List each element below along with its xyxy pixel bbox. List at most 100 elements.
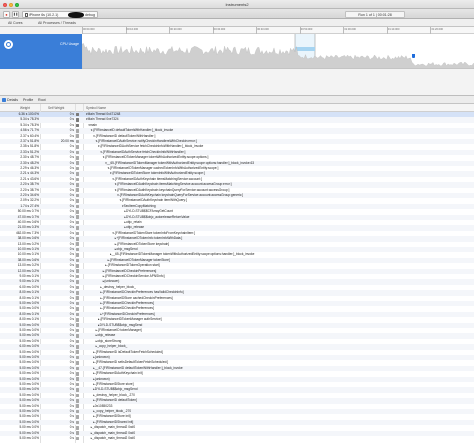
symbol-user-icon xyxy=(76,220,79,225)
cell-self-weight: 0 s xyxy=(69,436,74,440)
window-titlebar: Instruments2 xyxy=(0,0,474,9)
symbol-user-icon xyxy=(76,166,79,171)
symbol-user-icon xyxy=(76,258,79,263)
detail-navigation: Details Profile Root xyxy=(0,96,474,104)
symbol-user-icon xyxy=(76,409,79,414)
target-device: iPhone 6s (10.2.1) xyxy=(29,12,59,17)
toolbar: ● ❚❚ iPhone 6s (10.2.1) debug Run 1 of 1… xyxy=(0,9,474,19)
nav-details[interactable]: Details xyxy=(7,98,18,102)
pause-button[interactable]: ❚❚ xyxy=(12,10,19,18)
symbol-user-icon xyxy=(76,350,79,355)
detail-view-icon xyxy=(2,98,6,102)
symbol-user-icon xyxy=(76,312,79,317)
table-row[interactable]: 5.00 ms 0.0% 0 s ▸_dispatch_main_thread2 0… xyxy=(0,436,474,441)
symbol-user-icon xyxy=(76,426,79,430)
symbol-user-icon xyxy=(76,366,79,371)
redacted-app-name xyxy=(68,11,84,18)
nav-root[interactable]: Root xyxy=(38,98,46,102)
header-self-weight[interactable]: Self Weight xyxy=(48,106,64,110)
call-tree-table[interactable]: 6.36 s 100.0% 0 s ▾Main Thread 0x471248 5.3… xyxy=(0,112,474,443)
symbol-user-icon xyxy=(76,285,79,290)
symbol-user-icon xyxy=(76,431,79,436)
symbol-user-icon xyxy=(76,334,79,338)
symbol-user-icon xyxy=(76,355,79,360)
ruler-tick-label: 01:20.000 xyxy=(431,28,443,31)
symbol-user-icon xyxy=(76,345,79,349)
track-area: 00:00.000 00:10.000 00:20.000 00:30.000 00:4… xyxy=(0,27,474,96)
symbol-user-icon xyxy=(76,328,79,333)
symbol-user-icon xyxy=(76,318,79,322)
all-processes-selector[interactable]: All Processes / Threads xyxy=(38,21,76,25)
symbol-user-icon xyxy=(76,226,79,230)
symbol-user-icon xyxy=(76,183,79,187)
symbol-user-icon xyxy=(76,296,79,301)
ruler-tick-label: 00:30.000 xyxy=(213,28,226,31)
cpu-gauge-icon xyxy=(4,40,13,49)
symbol-user-icon xyxy=(76,301,79,306)
record-icon: ● xyxy=(5,11,8,17)
symbol-user-icon xyxy=(76,204,79,209)
symbol-user-icon xyxy=(76,139,79,144)
ruler-tick-label: 01:00.000 xyxy=(344,28,356,31)
symbol-user-icon xyxy=(76,172,79,176)
symbol-user-icon xyxy=(76,129,79,133)
symbol-user-icon xyxy=(76,237,79,241)
symbol-user-icon xyxy=(76,372,79,376)
playhead-marker[interactable] xyxy=(412,54,415,58)
instrument-cpu-usage[interactable]: CPU Usage xyxy=(0,34,82,69)
symbol-user-icon xyxy=(76,280,79,284)
symbol-user-icon xyxy=(76,193,79,198)
symbol-user-icon xyxy=(76,415,79,419)
symbol-user-icon xyxy=(76,339,79,344)
ruler-tick-label: 00:10.000 xyxy=(126,28,139,31)
time-ruler[interactable]: 00:00.000 00:10.000 00:20.000 00:30.000 00:4… xyxy=(82,27,474,34)
symbol-user-icon xyxy=(76,420,79,425)
symbol-user-icon xyxy=(76,112,79,117)
symbol-user-icon xyxy=(76,161,79,166)
cell-weight: 5.00 ms 0.0% xyxy=(19,436,40,440)
ruler-tick-label: 00:20.000 xyxy=(170,28,182,31)
symbol-user-icon xyxy=(76,118,79,122)
symbol-user-icon xyxy=(76,150,79,155)
symbol-user-icon xyxy=(76,210,79,214)
symbol-user-icon xyxy=(76,242,79,247)
all-cores-selector[interactable]: All Cores xyxy=(8,21,23,25)
window-title: Instruments2 xyxy=(225,2,249,7)
ruler-tick-label: 00:40.000 xyxy=(257,28,269,31)
symbol-user-icon xyxy=(76,377,79,382)
ruler-tick-label: 00:50.000 xyxy=(300,28,313,31)
nav-profile[interactable]: Profile xyxy=(23,98,33,102)
symbol-user-icon xyxy=(76,269,79,274)
symbol-user-icon xyxy=(76,188,79,193)
symbol-user-icon xyxy=(76,399,79,403)
symbol-user-icon xyxy=(76,231,79,236)
symbol-user-icon xyxy=(76,436,79,441)
symbol-user-icon xyxy=(76,253,79,257)
symbol-user-icon xyxy=(76,199,79,203)
cell-symbol-name[interactable]: ▸_dispatch_main_thread2 0xd0 xyxy=(91,436,135,441)
header-symbol-name[interactable]: Symbol Name xyxy=(86,106,106,110)
symbol-user-icon xyxy=(76,264,79,268)
symbol-user-icon xyxy=(76,247,79,252)
symbol-user-icon xyxy=(76,134,79,139)
record-button[interactable]: ● xyxy=(3,10,10,18)
symbol-user-icon xyxy=(76,382,79,387)
scope-bar: All Cores All Processes / Threads xyxy=(0,19,474,27)
pause-icon: ❚❚ xyxy=(13,12,18,16)
symbol-user-icon xyxy=(76,156,79,160)
cpu-usage-area xyxy=(82,43,474,69)
symbol-user-icon xyxy=(76,177,79,182)
symbol-user-icon xyxy=(76,123,79,128)
symbol-user-icon xyxy=(76,388,79,392)
symbol-user-icon xyxy=(76,361,79,365)
instrument-label: CPU Usage xyxy=(60,42,79,46)
symbol-user-icon xyxy=(76,291,79,295)
cpu-usage-graph-svg xyxy=(82,34,474,69)
symbol-user-icon xyxy=(76,323,79,328)
symbol-user-icon xyxy=(76,307,79,311)
target-selector[interactable]: iPhone 6s (10.2.1) debug xyxy=(22,10,98,18)
iphone-icon xyxy=(24,12,28,17)
target-app: debug xyxy=(85,12,95,17)
cpu-usage-graph[interactable] xyxy=(82,34,474,69)
header-weight[interactable]: Weight xyxy=(20,106,30,110)
